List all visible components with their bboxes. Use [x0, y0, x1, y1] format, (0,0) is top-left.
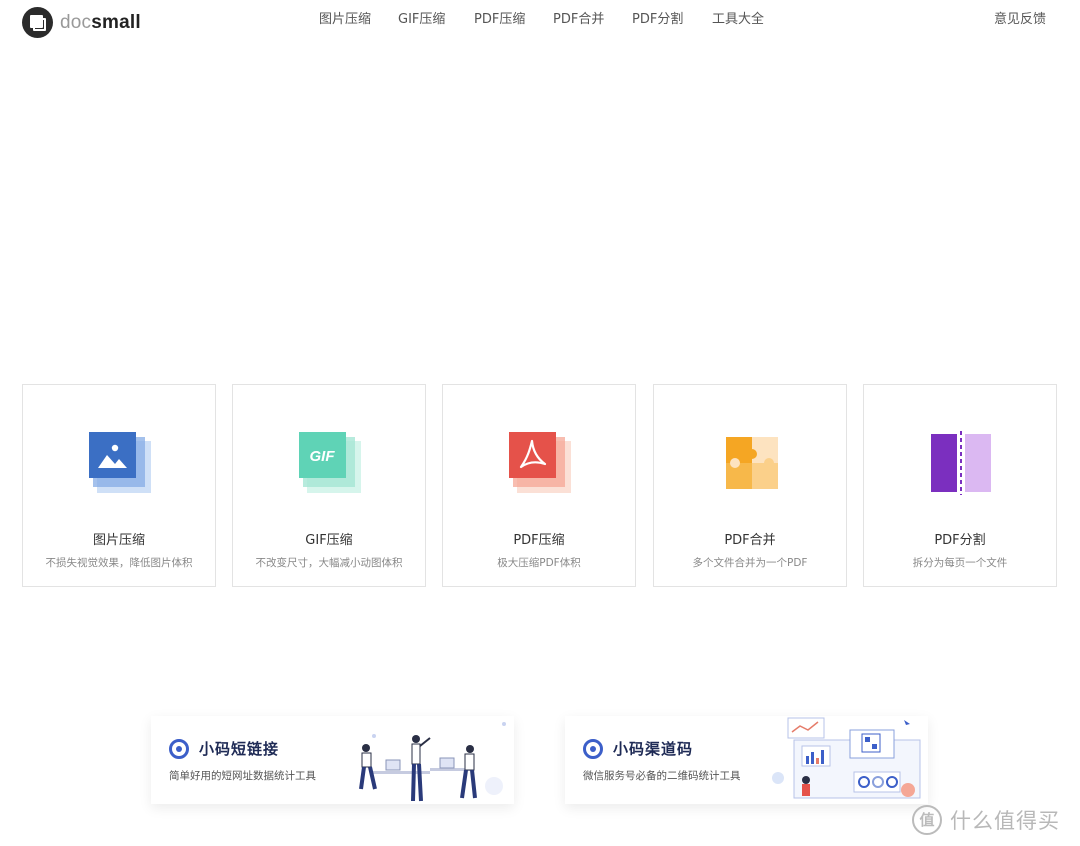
nav-image-compress[interactable]: 图片压缩 [319, 11, 371, 29]
watermark: 值 什么值得买 [912, 804, 1060, 836]
nav-all-tools[interactable]: 工具大全 [712, 11, 764, 29]
tool-desc: 多个文件合并为一个PDF [692, 557, 808, 569]
feedback-link[interactable]: 意见反馈 [994, 11, 1046, 29]
split-icon [931, 431, 991, 495]
nav-pdf-split[interactable]: PDF分割 [632, 11, 683, 29]
nav-pdf-compress[interactable]: PDF压缩 [474, 11, 525, 29]
tool-desc: 不损失视觉效果，降低图片体积 [45, 557, 193, 569]
header: docsmall 图片压缩 GIF压缩 PDF压缩 PDF合并 PDF分割 工具… [0, 0, 1080, 42]
watermark-logo-icon: 值 [912, 805, 942, 835]
nav-gif-compress[interactable]: GIF压缩 [398, 11, 445, 29]
tool-desc: 极大压缩PDF体积 [497, 557, 581, 569]
watermark-text: 什么值得买 [950, 809, 1060, 833]
banner-channel-code[interactable]: 小码渠道码 微信服务号必备的二维码统计工具 [565, 716, 928, 804]
tool-card-pdf-split[interactable]: PDF分割 拆分为每页一个文件 [863, 384, 1057, 587]
image-icon [89, 432, 151, 493]
tool-card-pdf-compress[interactable]: PDF压缩 极大压缩PDF体积 [442, 384, 636, 587]
logo-text: docsmall [60, 11, 141, 33]
banner-title: 小码渠道码 [613, 740, 694, 758]
tool-card-gif-compress[interactable]: GIF GIF压缩 不改变尺寸，大幅减小动图体积 [232, 384, 426, 587]
tool-card-image-compress[interactable]: 图片压缩 不损失视觉效果，降低图片体积 [22, 384, 216, 587]
tool-desc: 拆分为每页一个文件 [912, 557, 1008, 569]
banner-desc: 简单好用的短网址数据统计工具 [169, 770, 316, 782]
banner-title: 小码短链接 [199, 740, 280, 758]
tool-title: GIF压缩 [305, 533, 353, 548]
logo[interactable]: docsmall [22, 6, 141, 38]
tool-title: 图片压缩 [92, 533, 145, 548]
svg-text:GIF: GIF [310, 448, 336, 465]
banner-short-link[interactable]: 小码短链接 简单好用的短网址数据统计工具 [151, 716, 514, 804]
tool-title: PDF合并 [724, 533, 776, 548]
gif-icon: GIF [299, 432, 361, 493]
tool-card-pdf-merge[interactable]: PDF合并 多个文件合并为一个PDF [653, 384, 847, 587]
tool-title: PDF压缩 [513, 533, 565, 548]
banner-desc: 微信服务号必备的二维码统计工具 [583, 770, 741, 782]
xiaoma-logo-icon [169, 739, 189, 759]
nav-pdf-merge[interactable]: PDF合并 [553, 11, 604, 29]
pdf-icon [509, 432, 571, 493]
dashboard-illustration-icon [772, 717, 921, 799]
tool-desc: 不改变尺寸，大幅减小动图体积 [255, 557, 403, 569]
xiaoma-logo-icon [583, 739, 603, 759]
tool-title: PDF分割 [934, 533, 986, 548]
team-illustration-icon [359, 722, 506, 802]
logo-icon [22, 6, 53, 38]
puzzle-icon [726, 437, 778, 489]
